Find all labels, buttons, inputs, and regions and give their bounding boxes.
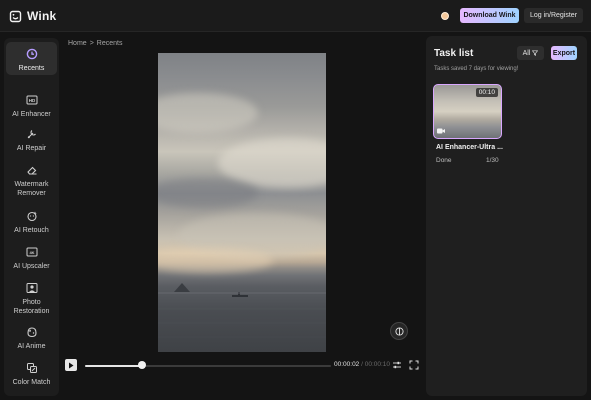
sidebar-item-label: Photo Restoration [13, 299, 50, 315]
breadcrumb-current: Recents [96, 40, 123, 47]
play-icon [69, 362, 74, 368]
login-register-button[interactable]: Log in/Register [524, 8, 583, 23]
task-status: Done [436, 157, 452, 164]
top-bar: Wink Download Wink Log in/Register [0, 0, 591, 32]
color-match-icon [26, 363, 37, 373]
sidebar-item-label: AI Upscaler [13, 263, 50, 270]
breadcrumb: Home > Recents [68, 40, 122, 47]
seascape-illustration [158, 283, 326, 338]
task-list-subtitle: Tasks saved 7 days for viewing! [434, 66, 519, 72]
sidebar-item-recents[interactable]: Recents [6, 42, 57, 75]
seek-bar-progress [85, 365, 142, 367]
task-duration: 00:10 [475, 88, 498, 97]
breadcrumb-home[interactable]: Home [68, 40, 87, 47]
sidebar-item-label: Watermark Remover [14, 181, 49, 197]
play-button[interactable] [65, 359, 77, 371]
sidebar-item-label: AI Anime [17, 343, 46, 350]
filter-label: All [522, 49, 531, 57]
download-button[interactable]: Download Wink [460, 8, 519, 23]
app-name: Wink [27, 9, 57, 23]
sidebar-item-watermark-remover[interactable]: Watermark Remover [6, 164, 57, 198]
upscaler-icon: 4K [26, 247, 37, 257]
eraser-icon [26, 166, 36, 175]
duration-time: 00:00:10 [364, 361, 391, 368]
seek-handle[interactable] [137, 361, 146, 369]
recents-icon [26, 48, 37, 60]
task-list-title: Task list [434, 48, 474, 59]
task-progress: 1/30 [486, 157, 499, 164]
sidebar-item-ai-retouch[interactable]: AI Retouch [6, 210, 57, 235]
settings-sliders-icon[interactable] [392, 360, 402, 370]
coin-icon[interactable] [441, 12, 449, 20]
filter-icon [532, 50, 539, 56]
sidebar-item-label: AI Enhancer [12, 111, 51, 118]
video-preview[interactable] [158, 53, 326, 352]
compare-button[interactable] [390, 322, 408, 340]
sidebar: Recents HD AI Enhancer AI Repair Waterma… [4, 38, 59, 396]
sidebar-item-label: AI Retouch [14, 227, 49, 234]
video-camera-icon [437, 128, 445, 134]
sidebar-item-ai-enhancer[interactable]: HD AI Enhancer [6, 94, 57, 119]
sidebar-item-ai-upscaler[interactable]: 4K AI Upscaler [6, 246, 57, 271]
filter-dropdown[interactable]: All [517, 46, 544, 60]
compare-icon [394, 326, 404, 336]
task-name: AI Enhancer-Ultra ... [436, 144, 503, 151]
breadcrumb-separator: > [89, 40, 94, 47]
sidebar-item-label: Recents [18, 65, 45, 72]
svg-text:4K: 4K [29, 250, 34, 255]
sidebar-item-photo-restoration[interactable]: Photo Restoration [6, 282, 57, 316]
repair-icon [27, 130, 36, 139]
anime-icon [26, 327, 37, 338]
current-time: 00:00:02 [334, 361, 360, 368]
hd-icon: HD [26, 95, 37, 105]
player-controls: 00:00:02 / 00:00:10 [62, 357, 422, 373]
task-panel: Task list All Export Tasks saved 7 days … [426, 36, 587, 396]
sidebar-item-ai-repair[interactable]: AI Repair [6, 128, 57, 153]
sidebar-item-color-match[interactable]: Color Match [6, 362, 57, 387]
wink-logo-icon [9, 10, 22, 22]
fullscreen-icon[interactable] [409, 360, 419, 370]
app-logo[interactable]: Wink [9, 9, 56, 23]
export-button[interactable]: Export [551, 46, 577, 60]
task-thumbnail[interactable]: 00:10 [433, 84, 502, 139]
seek-bar[interactable] [85, 365, 331, 367]
sidebar-item-label: Color Match [12, 379, 51, 386]
sidebar-item-ai-anime[interactable]: AI Anime [6, 326, 57, 351]
svg-text:HD: HD [28, 98, 35, 103]
sidebar-item-label: AI Repair [16, 145, 47, 152]
retouch-icon [26, 211, 37, 222]
photo-icon [26, 283, 37, 293]
time-display: 00:00:02 / 00:00:10 [334, 361, 390, 368]
